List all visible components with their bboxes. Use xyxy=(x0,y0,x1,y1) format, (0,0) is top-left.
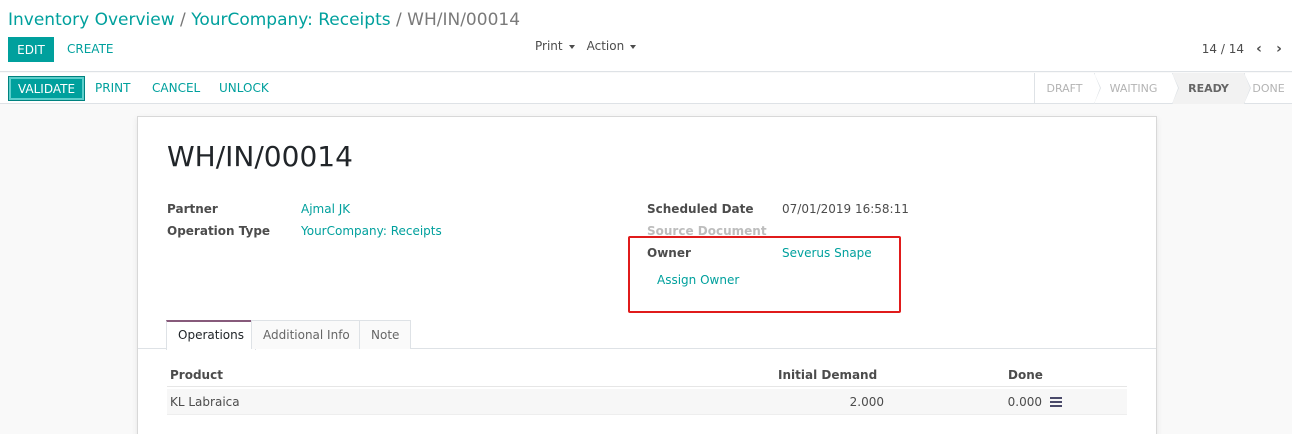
operation-type-link[interactable]: YourCompany: Receipts xyxy=(301,223,442,239)
column-product[interactable]: Product xyxy=(170,368,223,382)
list-icon-bar xyxy=(1050,401,1062,403)
form-sheet: WH/IN/00014 Partner Ajmal JK Operation T… xyxy=(137,116,1157,434)
tab-note[interactable]: Note xyxy=(359,320,412,349)
breadcrumb-current: WH/IN/00014 xyxy=(407,10,521,30)
control-panel: Inventory Overview / YourCompany: Receip… xyxy=(0,0,1292,72)
stage-label: DRAFT xyxy=(1046,82,1083,95)
list-icon-bar xyxy=(1050,397,1062,399)
stage-arrow-fill xyxy=(1244,73,1250,104)
breadcrumb: Inventory Overview / YourCompany: Receip… xyxy=(8,9,520,31)
statusbar: VALIDATE PRINT CANCEL UNLOCK DRAFT WAITI… xyxy=(0,73,1292,104)
stage-arrow-fill xyxy=(1094,73,1100,104)
partner-label: Partner xyxy=(167,202,218,216)
pager: 14 / 14 ‹ › xyxy=(1202,40,1284,58)
stage-done[interactable]: DONE xyxy=(1244,73,1292,104)
print-dropdown[interactable]: Print xyxy=(535,37,575,55)
column-initial-demand[interactable]: Initial Demand xyxy=(778,368,877,382)
chevron-left-icon[interactable]: ‹ xyxy=(1254,41,1264,57)
owner-highlight-box xyxy=(628,236,901,313)
stage-ready[interactable]: READY xyxy=(1172,73,1251,104)
unlock-button[interactable]: UNLOCK xyxy=(219,76,269,101)
partner-link[interactable]: Ajmal JK xyxy=(301,201,350,217)
breadcrumb-inventory-overview[interactable]: Inventory Overview xyxy=(8,10,175,30)
stage-bar: DRAFT WAITING READY DONE xyxy=(1034,73,1292,104)
caret-down-icon xyxy=(630,44,637,49)
toolbar-dropdowns: Print Action xyxy=(535,37,637,55)
stage-label: WAITING xyxy=(1109,82,1158,95)
operations-table-header: Product Initial Demand Done xyxy=(167,365,1127,387)
print-button[interactable]: PRINT xyxy=(95,76,130,101)
table-row[interactable]: KL Labraica 2.000 0.000 xyxy=(167,389,1127,415)
create-button[interactable]: CREATE xyxy=(67,37,114,62)
stage-waiting[interactable]: WAITING xyxy=(1094,73,1179,104)
stage-label: READY xyxy=(1188,82,1229,95)
row-done: 0.000 xyxy=(1007,395,1042,409)
breadcrumb-separator: / xyxy=(180,10,186,30)
edit-button[interactable]: EDIT xyxy=(8,37,54,62)
column-done[interactable]: Done xyxy=(1008,368,1043,382)
scheduled-date-value: 07/01/2019 16:58:11 xyxy=(782,202,909,216)
pager-value[interactable]: 14 / 14 xyxy=(1202,42,1244,56)
operation-type-label: Operation Type xyxy=(167,224,271,238)
detailed-operations-icon[interactable] xyxy=(1050,397,1062,407)
stage-draft[interactable]: DRAFT xyxy=(1034,73,1101,104)
row-product: KL Labraica xyxy=(170,395,240,409)
notebook-tabs: Operations Additional Info Note xyxy=(138,320,1156,350)
tab-additional-info[interactable]: Additional Info xyxy=(251,320,362,349)
document-title: WH/IN/00014 xyxy=(167,140,353,173)
print-dropdown-label: Print xyxy=(535,39,563,53)
cancel-button[interactable]: CANCEL xyxy=(152,76,200,101)
chevron-right-icon[interactable]: › xyxy=(1274,41,1284,57)
breadcrumb-separator: / xyxy=(396,10,402,30)
caret-down-icon xyxy=(568,44,575,49)
list-icon-bar xyxy=(1050,405,1062,407)
tab-operations[interactable]: Operations xyxy=(166,320,256,350)
stage-arrow-fill xyxy=(1172,73,1178,104)
action-dropdown[interactable]: Action xyxy=(587,37,637,55)
scheduled-date-label: Scheduled Date xyxy=(647,202,754,216)
validate-button[interactable]: VALIDATE xyxy=(8,76,85,101)
row-initial-demand: 2.000 xyxy=(849,395,884,409)
breadcrumb-receipts[interactable]: YourCompany: Receipts xyxy=(191,10,390,30)
action-dropdown-label: Action xyxy=(586,39,625,53)
stage-label: DONE xyxy=(1252,82,1285,95)
